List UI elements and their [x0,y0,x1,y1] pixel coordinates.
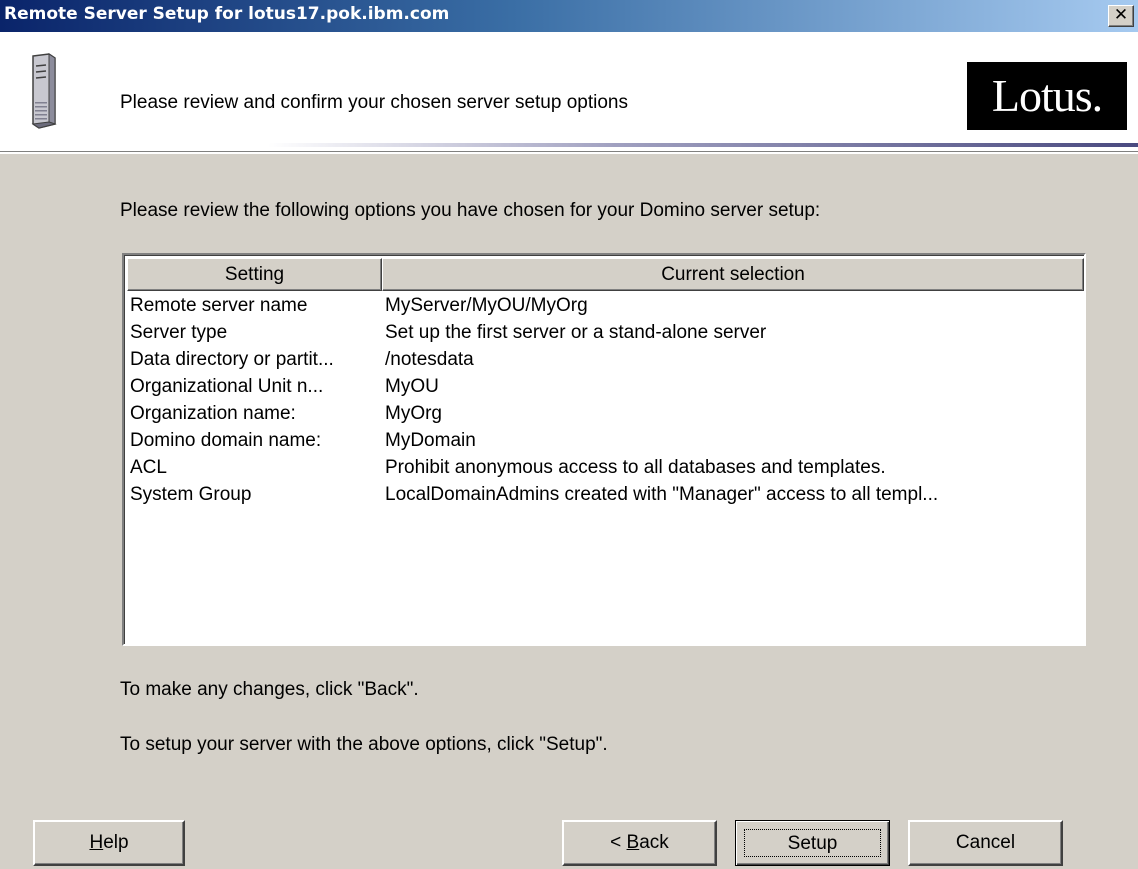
help-mnemonic: H [89,832,104,853]
back-label: ack [639,832,669,853]
close-button[interactable]: ✕ [1108,5,1134,27]
setting-cell: Organization name: [130,403,296,424]
back-button[interactable]: < Back [562,820,717,866]
title-bar[interactable]: Remote Server Setup for lotus17.pok.ibm.… [0,0,1138,32]
value-cell: Set up the first server or a stand-alone… [385,322,767,343]
table-row[interactable]: ACL Prohibit anonymous access to all dat… [130,454,1080,481]
table-row[interactable]: System Group LocalDomainAdmins created w… [130,481,1080,508]
setting-cell: Organizational Unit n... [130,376,324,397]
window-title: Remote Server Setup for lotus17.pok.ibm.… [4,4,450,24]
table-row[interactable]: Domino domain name: MyDomain [130,427,1080,454]
value-cell: /notesdata [385,349,474,370]
setup-label: Setup [744,829,881,857]
table-body: Remote server name MyServer/MyOU/MyOrg S… [130,292,1080,508]
help-label: elp [103,832,129,853]
value-cell: MyOU [385,376,439,397]
value-cell: LocalDomainAdmins created with "Manager"… [385,484,939,505]
help-button[interactable]: Help [33,820,185,866]
back-mnemonic: B [626,832,640,853]
back-instruction: To make any changes, click "Back". [120,679,419,700]
settings-table[interactable]: Setting Current selection Remote server … [122,253,1086,646]
setting-cell: Data directory or partit... [130,349,334,370]
table-row[interactable]: Organizational Unit n... MyOU [130,373,1080,400]
value-cell: MyDomain [385,430,476,451]
value-cell: MyOrg [385,403,442,424]
setting-cell: ACL [130,457,167,478]
table-row[interactable]: Data directory or partit... /notesdata [130,346,1080,373]
setting-cell: Remote server name [130,295,308,316]
close-icon: ✕ [1113,5,1129,25]
table-row[interactable]: Organization name: MyOrg [130,400,1080,427]
back-prefix: < [610,832,627,853]
header-instruction: Please review and confirm your chosen se… [120,92,628,113]
column-header-current-selection[interactable]: Current selection [382,258,1084,291]
setup-instruction: To setup your server with the above opti… [120,734,608,755]
setting-cell: Server type [130,322,228,343]
table-row[interactable]: Server type Set up the first server or a… [130,319,1080,346]
table-row[interactable]: Remote server name MyServer/MyOU/MyOrg [130,292,1080,319]
column-header-setting[interactable]: Setting [127,258,382,291]
setting-cell: Domino domain name: [130,430,322,451]
intro-text: Please review the following options you … [120,200,821,221]
lotus-logo: Lotus. [967,62,1127,130]
value-cell: Prohibit anonymous access to all databas… [385,457,886,478]
setting-cell: System Group [130,484,252,505]
setup-button[interactable]: Setup [735,820,890,866]
cancel-button[interactable]: Cancel [908,820,1063,866]
table-header: Setting Current selection [127,258,1084,291]
header-gradient-rule [268,143,1138,147]
value-cell: MyServer/MyOU/MyOrg [385,295,588,316]
server-icon [31,53,57,129]
header-divider [0,151,1138,154]
